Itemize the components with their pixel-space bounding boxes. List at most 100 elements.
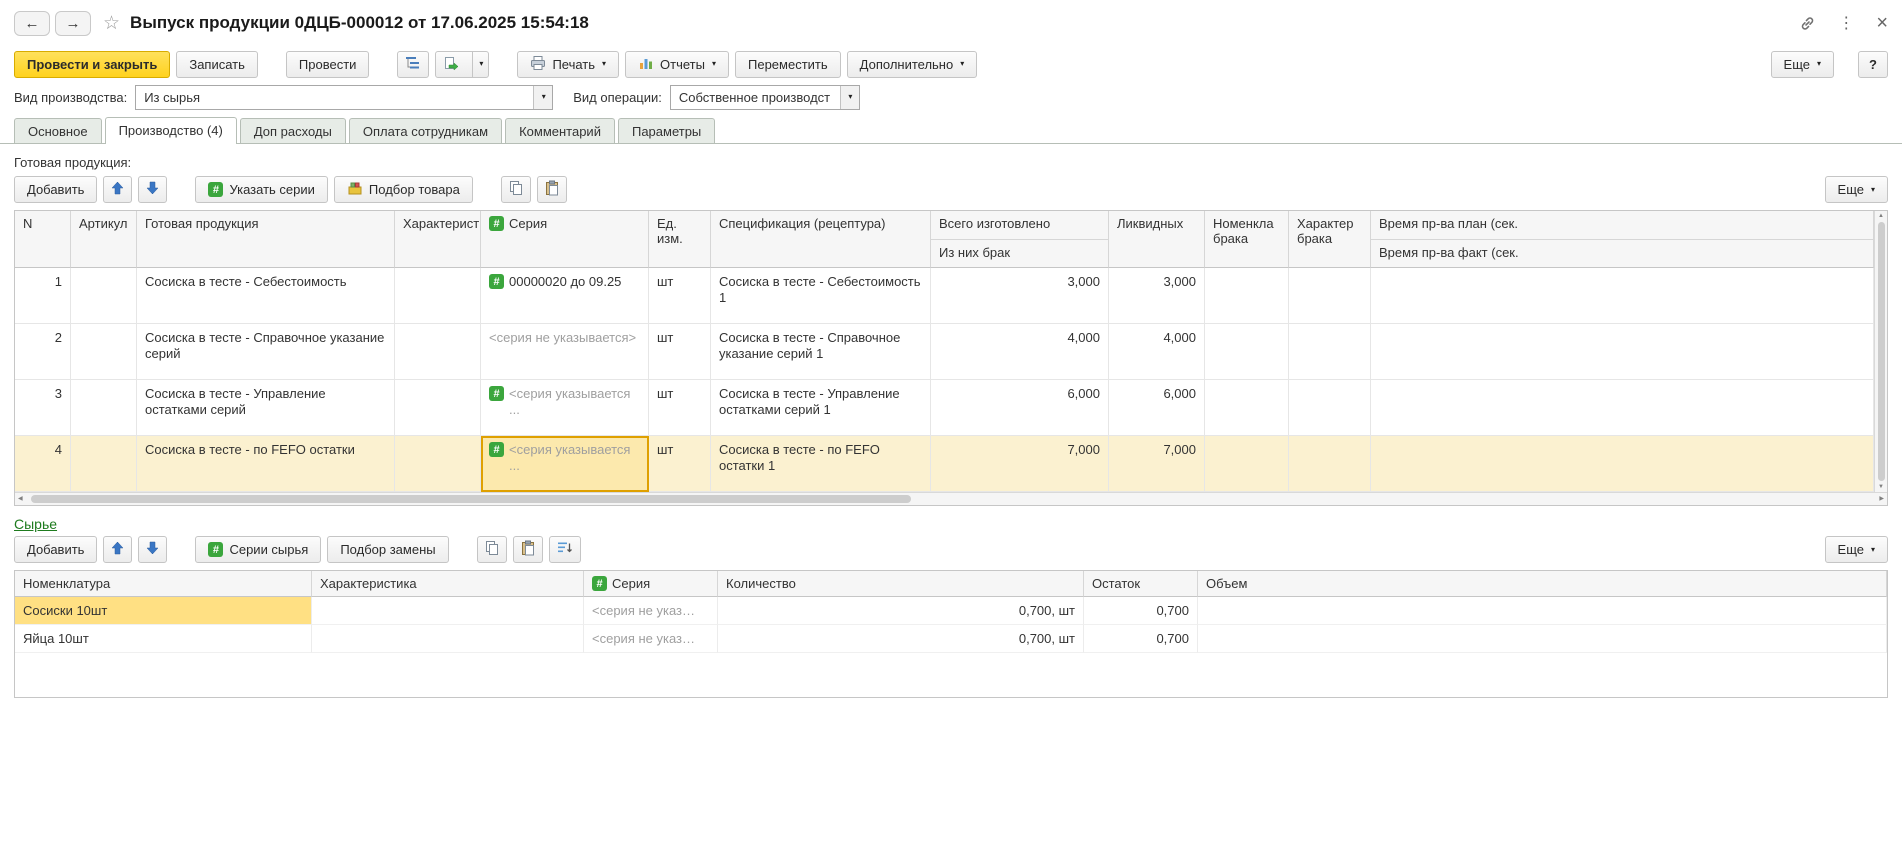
- print-button[interactable]: Печать ▾: [517, 51, 619, 78]
- cell-article[interactable]: [71, 380, 137, 436]
- materials-pick-replacement-button[interactable]: Подбор замены: [327, 536, 448, 563]
- materials-section-link[interactable]: Сырье: [14, 516, 57, 532]
- products-set-series-button[interactable]: # Указать серии: [195, 176, 327, 203]
- table-row[interactable]: 3 Сосиска в тесте - Управление остатками…: [15, 380, 1874, 436]
- cell-volume[interactable]: [1198, 597, 1887, 625]
- cell-production-time[interactable]: [1371, 324, 1874, 380]
- get-link-icon[interactable]: [1799, 15, 1816, 32]
- forward-button[interactable]: →: [55, 11, 91, 36]
- materials-more-button[interactable]: Еще ▾: [1825, 536, 1888, 563]
- move-button[interactable]: Переместить: [735, 51, 841, 78]
- cell-n[interactable]: 4: [15, 436, 71, 492]
- cell-production-time[interactable]: [1371, 380, 1874, 436]
- more-menu-icon[interactable]: ⋮: [1838, 13, 1854, 33]
- cell-unit[interactable]: шт: [649, 268, 711, 324]
- additional-button[interactable]: Дополнительно ▾: [847, 51, 978, 78]
- cell-series[interactable]: <серия не указывается>: [481, 324, 649, 380]
- operation-kind-combobox[interactable]: Собственное производст ▾: [670, 85, 860, 110]
- cell-production-time[interactable]: [1371, 268, 1874, 324]
- cell-liquid[interactable]: 7,000: [1109, 436, 1205, 492]
- materials-move-down-button[interactable]: [138, 536, 167, 563]
- tab-production[interactable]: Производство (4): [105, 117, 237, 144]
- cell-spec[interactable]: Сосиска в тесте - по FEFO остатки 1: [711, 436, 931, 492]
- cell-defect-kind[interactable]: [1289, 268, 1371, 324]
- cell-characteristic[interactable]: [395, 380, 481, 436]
- favorite-star-icon[interactable]: ☆: [103, 12, 120, 35]
- cell-unit[interactable]: шт: [649, 380, 711, 436]
- cell-n[interactable]: 2: [15, 324, 71, 380]
- more-button[interactable]: Еще ▾: [1771, 51, 1834, 78]
- cell-series[interactable]: <серия не указ…: [584, 597, 718, 625]
- production-kind-dropdown-button[interactable]: ▾: [533, 86, 552, 109]
- cell-characteristic[interactable]: [312, 597, 584, 625]
- post-and-close-button[interactable]: Провести и закрыть: [14, 51, 170, 78]
- materials-copy-button[interactable]: [477, 536, 507, 563]
- tab-main[interactable]: Основное: [14, 118, 102, 144]
- horizontal-scroll-thumb[interactable]: [31, 495, 911, 503]
- cell-characteristic[interactable]: [395, 436, 481, 492]
- cell-defect-kind[interactable]: [1289, 324, 1371, 380]
- products-add-button[interactable]: Добавить: [14, 176, 97, 203]
- products-table-vertical-scrollbar[interactable]: ▲ ▼: [1874, 211, 1887, 492]
- materials-add-button[interactable]: Добавить: [14, 536, 97, 563]
- table-row-selected[interactable]: Сосиски 10шт <серия не указ… 0,700, шт 0…: [15, 597, 1887, 625]
- cell-spec[interactable]: Сосиска в тесте - Управление остатками с…: [711, 380, 931, 436]
- cell-defect-nomenclature[interactable]: [1205, 436, 1289, 492]
- materials-series-button[interactable]: # Серии сырья: [195, 536, 321, 563]
- cell-article[interactable]: [71, 436, 137, 492]
- vertical-scroll-thumb[interactable]: [1878, 222, 1885, 481]
- cell-unit[interactable]: шт: [649, 324, 711, 380]
- post-button[interactable]: Провести: [286, 51, 370, 78]
- products-pick-goods-button[interactable]: Подбор товара: [334, 176, 473, 203]
- scroll-right-icon[interactable]: ▶: [1879, 496, 1884, 502]
- cell-spec[interactable]: Сосиска в тесте - Себестоимость 1: [711, 268, 931, 324]
- products-move-up-button[interactable]: [103, 176, 132, 203]
- cell-liquid[interactable]: 3,000: [1109, 268, 1205, 324]
- cell-series[interactable]: <серия не указ…: [584, 625, 718, 653]
- cell-characteristic[interactable]: [312, 625, 584, 653]
- cell-nomenclature[interactable]: Яйца 10шт: [15, 625, 312, 653]
- products-paste-button[interactable]: [537, 176, 567, 203]
- cell-characteristic[interactable]: [395, 268, 481, 324]
- cell-series[interactable]: # <серия указывается ...: [481, 380, 649, 436]
- materials-paste-button[interactable]: [513, 536, 543, 563]
- back-button[interactable]: ←: [14, 11, 50, 36]
- cell-product[interactable]: Сосиска в тесте - по FEFO остатки: [137, 436, 395, 492]
- help-button[interactable]: ?: [1858, 51, 1888, 78]
- cell-defect-kind[interactable]: [1289, 436, 1371, 492]
- cell-liquid[interactable]: 4,000: [1109, 324, 1205, 380]
- create-based-on-dropdown[interactable]: ▾: [472, 52, 488, 77]
- cell-product[interactable]: Сосиска в тесте - Себестоимость: [137, 268, 395, 324]
- production-kind-combobox[interactable]: Из сырья ▾: [135, 85, 553, 110]
- cell-product[interactable]: Сосиска в тесте - Управление остатками с…: [137, 380, 395, 436]
- tab-extra-costs[interactable]: Доп расходы: [240, 118, 346, 144]
- cell-unit[interactable]: шт: [649, 436, 711, 492]
- cell-defect-nomenclature[interactable]: [1205, 268, 1289, 324]
- cell-total-made[interactable]: 3,000: [931, 268, 1109, 324]
- cell-defect-nomenclature[interactable]: [1205, 380, 1289, 436]
- cell-n[interactable]: 3: [15, 380, 71, 436]
- reports-button[interactable]: Отчеты ▾: [625, 51, 729, 78]
- cell-total-made[interactable]: 6,000: [931, 380, 1109, 436]
- table-row[interactable]: 2 Сосиска в тесте - Справочное указание …: [15, 324, 1874, 380]
- close-icon[interactable]: ×: [1876, 13, 1888, 33]
- cell-volume[interactable]: [1198, 625, 1887, 653]
- materials-move-up-button[interactable]: [103, 536, 132, 563]
- table-row-selected[interactable]: 4 Сосиска в тесте - по FEFO остатки # <с…: [15, 436, 1874, 492]
- cell-production-time[interactable]: [1371, 436, 1874, 492]
- cell-remainder[interactable]: 0,700: [1084, 597, 1198, 625]
- tab-staff-payment[interactable]: Оплата сотрудникам: [349, 118, 502, 144]
- products-more-button[interactable]: Еще ▾: [1825, 176, 1888, 203]
- cell-defect-kind[interactable]: [1289, 380, 1371, 436]
- cell-series[interactable]: # 00000020 до 09.25: [481, 268, 649, 324]
- cell-quantity[interactable]: 0,700, шт: [718, 597, 1084, 625]
- tab-comment[interactable]: Комментарий: [505, 118, 615, 144]
- cell-series-current[interactable]: # <серия указывается ...: [481, 436, 649, 492]
- cell-product[interactable]: Сосиска в тесте - Справочное указание се…: [137, 324, 395, 380]
- cell-defect-nomenclature[interactable]: [1205, 324, 1289, 380]
- cell-article[interactable]: [71, 324, 137, 380]
- products-move-down-button[interactable]: [138, 176, 167, 203]
- scroll-left-icon[interactable]: ◀: [18, 496, 23, 502]
- cell-total-made[interactable]: 4,000: [931, 324, 1109, 380]
- cell-quantity[interactable]: 0,700, шт: [718, 625, 1084, 653]
